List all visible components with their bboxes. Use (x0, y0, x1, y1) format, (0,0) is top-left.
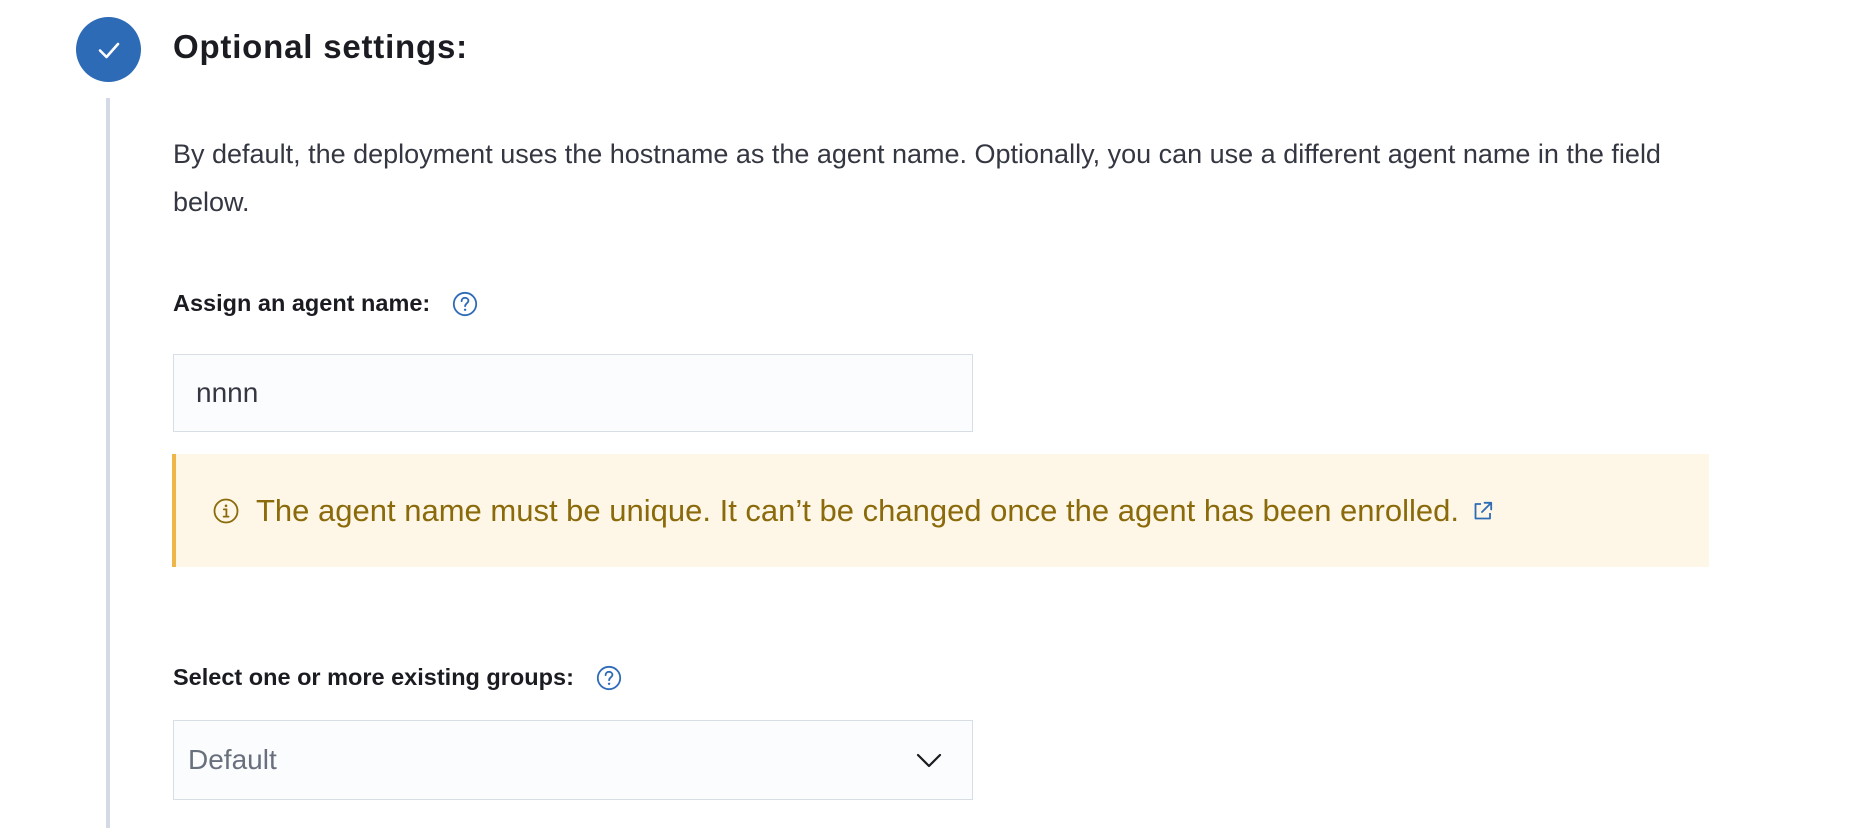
step-title: Optional settings: (173, 28, 468, 65)
optional-settings-step: Optional settings: By default, the deplo… (0, 0, 1864, 828)
callout-message: The agent name must be unique. It can’t … (256, 492, 1459, 528)
agent-name-input[interactable] (173, 354, 973, 432)
unique-name-warning-callout: The agent name must be unique. It can’t … (172, 454, 1709, 567)
step-description: By default, the deployment uses the host… (173, 139, 1661, 217)
groups-label-row: Select one or more existing groups: (173, 664, 622, 691)
question-circle-icon[interactable] (452, 291, 478, 317)
step-complete-indicator (76, 17, 141, 82)
groups-label: Select one or more existing groups: (173, 664, 574, 690)
agent-name-label-row: Assign an agent name: (173, 290, 478, 317)
question-circle-icon[interactable] (596, 665, 622, 691)
groups-select[interactable]: Default (173, 720, 973, 800)
checkmark-icon (95, 36, 123, 64)
external-link-icon[interactable] (1471, 499, 1495, 523)
step-connector-line (106, 98, 110, 828)
info-circle-icon (212, 497, 240, 525)
chevron-down-icon[interactable] (914, 745, 944, 775)
agent-name-label: Assign an agent name: (173, 290, 431, 316)
groups-selected-value: Default (188, 744, 277, 775)
